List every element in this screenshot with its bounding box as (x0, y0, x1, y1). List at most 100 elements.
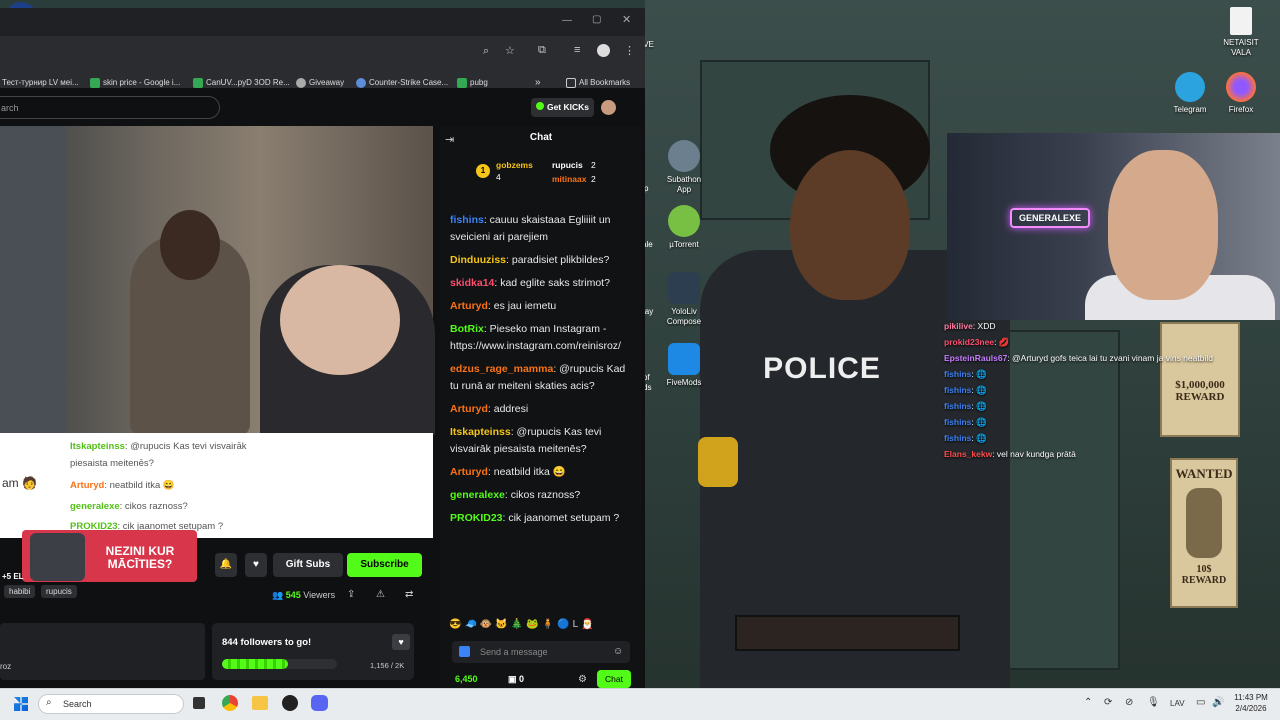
chat-identity-icon[interactable] (459, 646, 470, 657)
desktop-icon-firefox[interactable]: Firefox (1211, 72, 1271, 115)
fivemods-icon (668, 343, 700, 375)
subscribe-button[interactable]: Subscribe (347, 553, 422, 577)
chat-message: PROKID23: cik jaanomet setupam ? (450, 510, 632, 527)
chat-username[interactable]: BotRix (450, 323, 484, 335)
get-kicks-button[interactable]: Get KICKs (531, 98, 594, 117)
search-input[interactable]: arch (0, 96, 220, 119)
maximize-icon[interactable]: ▢ (592, 14, 601, 25)
zoom-icon[interactable]: ⌕ (483, 45, 489, 58)
tray-network-icon[interactable]: ⊘ (1125, 697, 1133, 708)
chat-username[interactable]: edzus_rage_mamma (450, 363, 553, 375)
follower-goal-card: 844 followers to go! ♥ 1,156 / 2K (212, 623, 414, 680)
firefox-icon (1226, 72, 1256, 102)
clock-time: 11:43 PM (1234, 693, 1268, 702)
follower-progress-text: 1,156 / 2K (370, 661, 405, 670)
overlay-chat-user: fishins (944, 369, 972, 379)
profile-avatar[interactable] (597, 44, 610, 57)
chat-username[interactable]: generalexe (450, 489, 505, 501)
chat-username[interactable]: Dinduuziss (450, 254, 506, 266)
desktop-icon-yololiv[interactable]: YoloLiv Compose (654, 272, 714, 327)
volume-icon[interactable]: 🔊 (1212, 697, 1224, 708)
clock-date: 2/4/2026 (1235, 704, 1267, 713)
more-users-icon[interactable]: ⇄ (405, 589, 413, 600)
user-avatar[interactable] (601, 100, 616, 115)
chat-username[interactable]: skidka14 (450, 277, 494, 289)
wanted-reward: 10$ REWARD (1181, 564, 1227, 586)
minimize-icon[interactable]: — (562, 15, 572, 26)
tray-app-icon[interactable]: ⟳ (1104, 697, 1112, 708)
media-icon[interactable]: ≡ (574, 44, 580, 56)
overlay-chat-user: fishins (944, 385, 972, 395)
overlay-chat-user: prokid23nee (944, 337, 995, 347)
kick-coin-icon (535, 102, 544, 110)
tray-chevron-icon[interactable]: ⌃ (1084, 697, 1092, 708)
chat-username[interactable]: PROKID23 (450, 512, 503, 524)
menu-icon[interactable]: ⋮ (624, 44, 635, 57)
leader-name: mitinaax (552, 174, 587, 184)
task-view-icon[interactable] (193, 697, 205, 709)
display-icon[interactable]: ▭ (1196, 697, 1205, 708)
channel-points[interactable]: 6,450 (455, 674, 478, 684)
chat-username[interactable]: Itskapteinss (450, 426, 511, 438)
follow-heart-button[interactable]: ♥ (245, 553, 267, 577)
overlay-chat-text: : 🌐 (971, 401, 987, 411)
chat-username[interactable]: Arturyd (450, 300, 488, 312)
subathon-icon (668, 140, 700, 172)
overlay-chat-text: : 🌐 (971, 369, 987, 379)
promo-text: NEZINI KUR MĀCĪTIES? (105, 544, 175, 571)
video-person-head (160, 210, 220, 280)
report-icon[interactable]: ⚠ (376, 589, 385, 600)
cop-head (790, 150, 910, 300)
chat-send-button[interactable]: Chat (597, 670, 631, 688)
stream-chat-overlay: pikilive: XDD prokid23nee: 💋 EpsteinRauls6… (940, 318, 1280, 468)
overlay-line: Itskapteinss: @rupucis Kas tevi visvairā… (70, 441, 247, 452)
chat-username[interactable]: fishins (450, 214, 484, 226)
extensions-icon[interactable]: ⧉ (538, 44, 546, 57)
taskbar-search[interactable]: Search (38, 694, 184, 714)
desktop-icon-file[interactable]: NETAISIT VALA (1211, 7, 1271, 58)
language-indicator[interactable]: LAV (1170, 699, 1185, 708)
emote-bar[interactable]: 😎🧢🐵🐱🎄🐸🧍🔵L🎅 (449, 619, 597, 630)
emoji-icon[interactable]: ☺ (613, 646, 623, 657)
chat-text: : cik jaanomet setupam ? (502, 512, 620, 524)
desktop-icon-label: Firefox (1228, 105, 1254, 114)
chrome-taskbar-icon[interactable] (222, 695, 238, 711)
gift-subs-button[interactable]: Gift Subs (273, 553, 343, 577)
close-icon[interactable]: ✕ (622, 13, 631, 26)
notification-bell-button[interactable]: 🔔 (215, 553, 237, 577)
overlay-left-text: am 🧑 (2, 476, 37, 490)
chat-message: Itskapteinss: @rupucis Kas tevi visvairā… (450, 424, 632, 458)
share-icon[interactable]: ⇪ (347, 589, 355, 600)
discord-icon[interactable] (311, 695, 328, 711)
chat-username[interactable]: Arturyd (450, 403, 488, 415)
tag-chip[interactable]: rupucis (41, 585, 77, 598)
chat-message: Dinduuziss: paradisiet plikbildes? (450, 252, 632, 269)
browser-titlebar: — ▢ ✕ (0, 8, 645, 36)
heart-icon[interactable]: ♥ (392, 634, 410, 650)
tag-chip[interactable]: habibi (4, 585, 36, 598)
overlay-chat-line: fishins: 🌐 (944, 430, 1280, 446)
desktop-icon-label: NETAISIT VALA (1223, 38, 1259, 57)
folder-icon (566, 77, 576, 88)
chat-title: Chat (529, 132, 553, 143)
chat-leaderboard: 1 gobzems 4 rupucis 2 mitinaax 2 (474, 158, 634, 188)
desktop-icon-label: YoloLiv Compose (666, 307, 702, 326)
overlay-chat-text: : XDD (972, 321, 996, 331)
desktop-icon-fivemods[interactable]: FiveMods (654, 343, 714, 388)
settings-gear-icon[interactable]: ⚙ (578, 674, 587, 685)
ticket-count[interactable]: ▣ 0 (508, 674, 524, 685)
star-icon[interactable]: ☆ (505, 44, 515, 57)
cop-belt (735, 615, 960, 651)
taskbar-clock[interactable]: 11:43 PM 2/4/2026 (1226, 692, 1276, 714)
chat-message: fishins: cauuu skaistaaa Egliiiit un sve… (450, 212, 632, 246)
desktop-icon-subathon[interactable]: Subathon App (654, 140, 714, 195)
file-explorer-icon[interactable] (252, 696, 268, 710)
obs-icon[interactable] (282, 695, 298, 711)
overlay-chat-user: fishins (944, 417, 972, 427)
chat-text: : es jau iemetu (487, 300, 557, 312)
overlay-chat-user: fishins (944, 433, 972, 443)
chat-message-input[interactable]: Send a message (452, 641, 630, 663)
microphone-icon[interactable]: 🎙 (1147, 697, 1160, 708)
chat-username[interactable]: Arturyd (450, 466, 488, 478)
desktop-icon-utorrent[interactable]: µTorrent (654, 205, 714, 250)
